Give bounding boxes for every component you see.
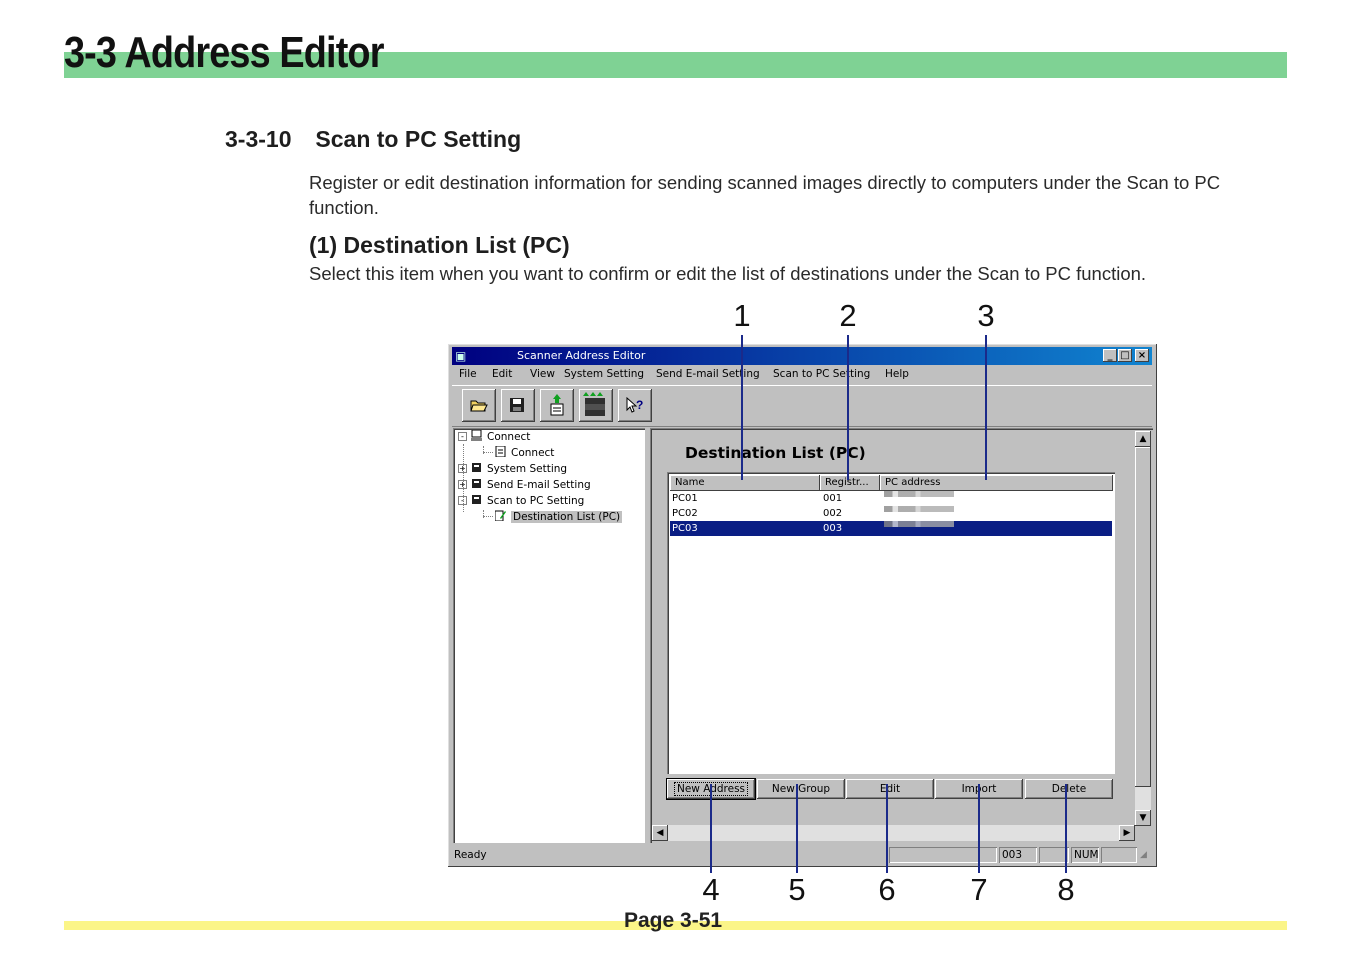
app-window: ▣ Scanner Address Editor _ □ × File Edit… xyxy=(447,343,1158,868)
column-header-name[interactable]: Name xyxy=(670,475,820,491)
blurred-pc-address xyxy=(884,521,954,527)
scanner-icon xyxy=(471,462,482,473)
row-registration: 001 xyxy=(823,493,843,504)
subsection-text: Select this item when you want to confir… xyxy=(309,263,1147,284)
computer-icon xyxy=(471,429,482,441)
tree-node-connect-child[interactable]: Connect xyxy=(495,445,554,459)
upload-document-icon[interactable] xyxy=(540,389,574,422)
save-disk-icon[interactable] xyxy=(501,389,535,422)
horizontal-scrollbar[interactable]: ◀ ▶ xyxy=(652,825,1135,841)
status-bar: Ready 003 NUM ◢ xyxy=(452,846,1152,864)
menu-send-email-setting[interactable]: Send E-mail Setting xyxy=(656,368,760,380)
callout-line-4 xyxy=(710,784,712,873)
tree-node-connect[interactable]: - Connect xyxy=(458,429,530,443)
section-title: Scan to PC Setting xyxy=(315,126,522,152)
svg-text:?: ? xyxy=(636,398,643,412)
section-number: 3-3-10 xyxy=(225,126,292,152)
menu-scan-to-pc-setting[interactable]: Scan to PC Setting xyxy=(773,368,870,380)
callout-line-6 xyxy=(886,784,888,873)
tree-node-send-email-setting[interactable]: + Send E-mail Setting xyxy=(458,478,591,491)
scanner-icon xyxy=(471,494,482,505)
multi-scanner-icon[interactable] xyxy=(579,389,613,422)
menu-bar: File Edit View System Setting Send E-mai… xyxy=(452,366,1152,384)
title-bar[interactable]: ▣ Scanner Address Editor _ □ × xyxy=(452,347,1152,365)
collapse-icon[interactable]: - xyxy=(458,432,467,441)
toolbar: ? xyxy=(452,385,1152,427)
row-name: PC02 xyxy=(672,508,698,519)
column-header-registration[interactable]: Registr... xyxy=(820,475,880,491)
menu-file[interactable]: File xyxy=(459,368,477,380)
table-row[interactable]: PC01 001 xyxy=(670,491,1112,506)
table-row-selected[interactable]: PC03 003 xyxy=(670,521,1112,536)
column-header-pc-address[interactable]: PC address xyxy=(880,475,1113,491)
callout-7: 7 xyxy=(970,872,988,907)
scroll-left-icon[interactable]: ◀ xyxy=(652,825,668,841)
tree-node-scan-to-pc-setting[interactable]: - Scan to PC Setting xyxy=(458,494,584,507)
status-text: Ready xyxy=(454,849,487,861)
blurred-pc-address xyxy=(884,506,954,512)
scanner-icon xyxy=(471,478,482,489)
section-heading: 3-3-10 Scan to PC Setting xyxy=(225,126,521,153)
callout-2: 2 xyxy=(839,298,857,333)
close-button[interactable]: × xyxy=(1135,349,1149,362)
edit-button[interactable]: Edit xyxy=(846,779,934,799)
page-title: 3-3 Address Editor xyxy=(64,28,384,77)
tree-node-system-setting[interactable]: + System Setting xyxy=(458,462,567,475)
collapse-icon[interactable]: - xyxy=(458,496,467,505)
callout-4: 4 xyxy=(702,872,720,907)
scroll-down-icon[interactable]: ▼ xyxy=(1135,810,1151,826)
table-row[interactable]: PC02 002 xyxy=(670,506,1112,521)
status-panel xyxy=(889,847,997,863)
row-name: PC03 xyxy=(672,523,698,534)
callout-line-8 xyxy=(1065,784,1067,873)
menu-help[interactable]: Help xyxy=(885,368,909,380)
status-num: NUM xyxy=(1071,847,1099,863)
vertical-scrollbar[interactable]: ▲ ▼ xyxy=(1135,431,1151,826)
callout-5: 5 xyxy=(788,872,806,907)
row-registration: 002 xyxy=(823,508,843,519)
window-title: Scanner Address Editor xyxy=(517,349,646,362)
row-registration: 003 xyxy=(823,523,843,534)
resize-grip-icon[interactable]: ◢ xyxy=(1140,850,1147,860)
destination-list[interactable]: Name Registr... PC address PC01 001 PC02… xyxy=(667,472,1115,774)
callout-line-2 xyxy=(847,335,849,480)
callout-line-1 xyxy=(741,335,743,480)
callout-6: 6 xyxy=(878,872,896,907)
delete-button[interactable]: Delete xyxy=(1025,779,1113,799)
subsection-title: (1) Destination List (PC) xyxy=(309,232,570,258)
expand-icon[interactable]: + xyxy=(458,464,467,473)
blurred-pc-address xyxy=(884,491,954,497)
status-count: 003 xyxy=(999,847,1037,863)
menu-view[interactable]: View xyxy=(530,368,555,380)
callout-line-7 xyxy=(978,784,980,873)
app-scanner-icon: ▣ xyxy=(455,349,467,363)
callout-line-3 xyxy=(985,335,987,480)
pane-title: Destination List (PC) xyxy=(685,444,866,462)
callout-1: 1 xyxy=(733,298,751,333)
status-panel xyxy=(1101,847,1137,863)
context-help-icon[interactable]: ? xyxy=(618,389,652,422)
edit-document-icon xyxy=(494,510,506,522)
row-name: PC01 xyxy=(672,493,698,504)
scroll-right-icon[interactable]: ▶ xyxy=(1119,825,1135,841)
callout-8: 8 xyxy=(1057,872,1075,907)
section-intro: Register or edit destination information… xyxy=(309,172,1221,218)
menu-edit[interactable]: Edit xyxy=(492,368,512,380)
maximize-button[interactable]: □ xyxy=(1118,349,1132,362)
destination-pane: Destination List (PC) Name Registr... PC… xyxy=(650,428,1153,843)
new-group-button[interactable]: New Group xyxy=(757,779,845,799)
page-number: Page 3-51 xyxy=(624,909,723,932)
callout-line-5 xyxy=(796,784,798,873)
expand-icon[interactable]: + xyxy=(458,480,467,489)
scroll-up-icon[interactable]: ▲ xyxy=(1135,431,1151,447)
navigation-tree: - Connect Connect + System Setting + Send E… xyxy=(453,428,645,843)
menu-system-setting[interactable]: System Setting xyxy=(564,368,644,380)
document-icon xyxy=(495,445,506,458)
open-folder-icon[interactable] xyxy=(462,389,496,422)
callout-3: 3 xyxy=(977,298,995,333)
scroll-thumb[interactable] xyxy=(1135,447,1151,787)
minimize-button[interactable]: _ xyxy=(1103,349,1117,362)
tree-node-destination-list-pc[interactable]: Destination List (PC) xyxy=(494,510,623,523)
